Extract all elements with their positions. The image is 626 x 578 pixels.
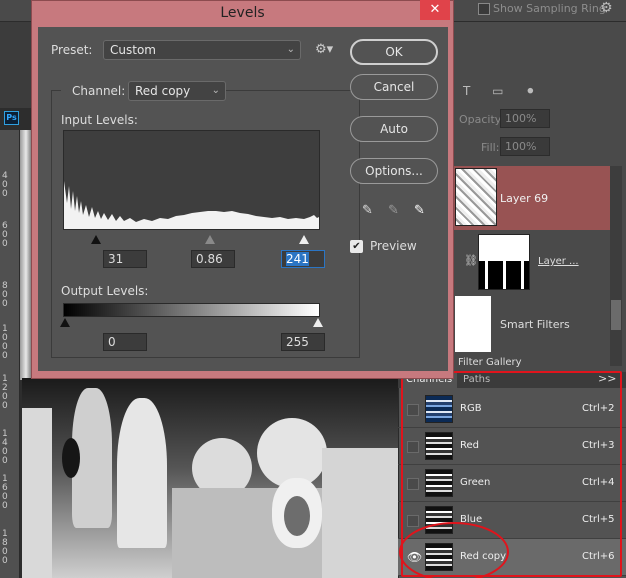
input-gamma-slider[interactable] bbox=[205, 235, 215, 244]
layer-mask-thumbnail[interactable] bbox=[478, 234, 530, 290]
input-white-value: 241 bbox=[286, 252, 309, 266]
chevron-down-icon: ⌄ bbox=[211, 85, 220, 96]
layers-scrollbar[interactable] bbox=[610, 166, 622, 366]
layer-69-name: Layer 69 bbox=[500, 192, 549, 205]
opacity-field[interactable]: 100% bbox=[500, 109, 550, 128]
preview-label: Preview bbox=[370, 239, 417, 253]
ps-icon: Ps bbox=[4, 111, 19, 125]
preset-value: Custom bbox=[110, 43, 156, 57]
preset-select[interactable]: Custom ⌄ bbox=[103, 40, 301, 60]
layer-69-thumbnail bbox=[455, 168, 497, 226]
black-eyedropper-icon[interactable]: ✎ bbox=[362, 203, 373, 218]
fill-label: Fill: bbox=[481, 141, 500, 154]
chevron-down-icon: ⌄ bbox=[286, 44, 295, 55]
white-eyedropper-icon[interactable]: ✎ bbox=[414, 203, 425, 218]
show-sampling-ring-label: Show Sampling Ring bbox=[493, 2, 606, 15]
preview-checkbox[interactable]: ✔ bbox=[350, 240, 363, 253]
statue-photo bbox=[22, 378, 398, 578]
annotation-ellipse bbox=[399, 522, 509, 578]
ok-button[interactable]: OK bbox=[350, 39, 438, 65]
show-sampling-ring-checkbox[interactable] bbox=[478, 3, 490, 15]
input-white-slider[interactable] bbox=[299, 235, 309, 244]
ruler-number: 1 6 0 0 bbox=[2, 474, 8, 511]
output-black-field[interactable]: 0 bbox=[103, 333, 147, 351]
smart-filters-label: Smart Filters bbox=[500, 318, 570, 331]
ruler-number: 1 4 0 0 bbox=[2, 429, 8, 466]
layer-mask-name: Layer ... bbox=[538, 256, 579, 267]
ruler-number: 1 2 0 0 bbox=[2, 374, 8, 411]
preset-label: Preset: bbox=[51, 43, 93, 57]
ruler-number: 1 0 0 0 bbox=[2, 324, 8, 361]
input-black-slider[interactable] bbox=[91, 235, 101, 244]
ruler-number: 6 0 0 bbox=[2, 221, 8, 249]
layer-filter-icons[interactable]: T ▭ ⚫ bbox=[463, 84, 544, 98]
histogram bbox=[63, 130, 320, 230]
gray-eyedropper-icon[interactable]: ✎ bbox=[388, 203, 399, 218]
input-levels-label: Input Levels: bbox=[61, 113, 138, 127]
channel-label: Channel: bbox=[61, 84, 137, 98]
output-levels-label: Output Levels: bbox=[61, 284, 149, 298]
channel-value: Red copy bbox=[135, 84, 191, 98]
auto-button[interactable]: Auto bbox=[350, 116, 438, 142]
histogram-graph bbox=[64, 181, 319, 229]
layers-scroll-thumb[interactable] bbox=[611, 300, 621, 330]
output-white-slider[interactable] bbox=[313, 318, 323, 327]
photoshop-window: Show Sampling Ring ⚙ Ps 4 0 0 6 0 0 8 0 … bbox=[0, 0, 626, 578]
cancel-button[interactable]: Cancel bbox=[350, 74, 438, 100]
output-gradient bbox=[63, 303, 320, 317]
channel-select[interactable]: Red copy ⌄ bbox=[128, 81, 226, 101]
smart-filters-thumbnail bbox=[455, 296, 491, 352]
dialog-title: Levels bbox=[220, 5, 265, 21]
histogram-fill bbox=[64, 181, 319, 229]
vertical-ruler: 4 0 0 6 0 0 8 0 0 1 0 0 0 1 2 0 0 1 4 0 … bbox=[0, 130, 20, 578]
close-icon[interactable]: ✕ bbox=[420, 0, 450, 20]
output-black-slider[interactable] bbox=[60, 318, 70, 327]
filter-gallery-label: Filter Gallery bbox=[458, 357, 522, 368]
input-white-field[interactable]: 241 bbox=[281, 250, 325, 268]
ruler-number: 4 0 0 bbox=[2, 171, 8, 199]
output-white-field[interactable]: 255 bbox=[281, 333, 325, 351]
fill-field[interactable]: 100% bbox=[500, 137, 550, 156]
input-gamma-field[interactable]: 0.86 bbox=[191, 250, 235, 268]
ruler-number: 1 8 0 0 bbox=[2, 529, 8, 566]
options-button[interactable]: Options... bbox=[350, 158, 438, 184]
opacity-label: Opacity: bbox=[459, 113, 505, 126]
input-black-field[interactable]: 31 bbox=[103, 250, 147, 268]
gear-icon[interactable]: ⚙ bbox=[600, 0, 613, 16]
preset-options-icon[interactable]: ⚙▾ bbox=[315, 42, 333, 57]
link-icon[interactable]: ⛓ bbox=[464, 254, 478, 267]
ruler-number: 8 0 0 bbox=[2, 281, 8, 309]
